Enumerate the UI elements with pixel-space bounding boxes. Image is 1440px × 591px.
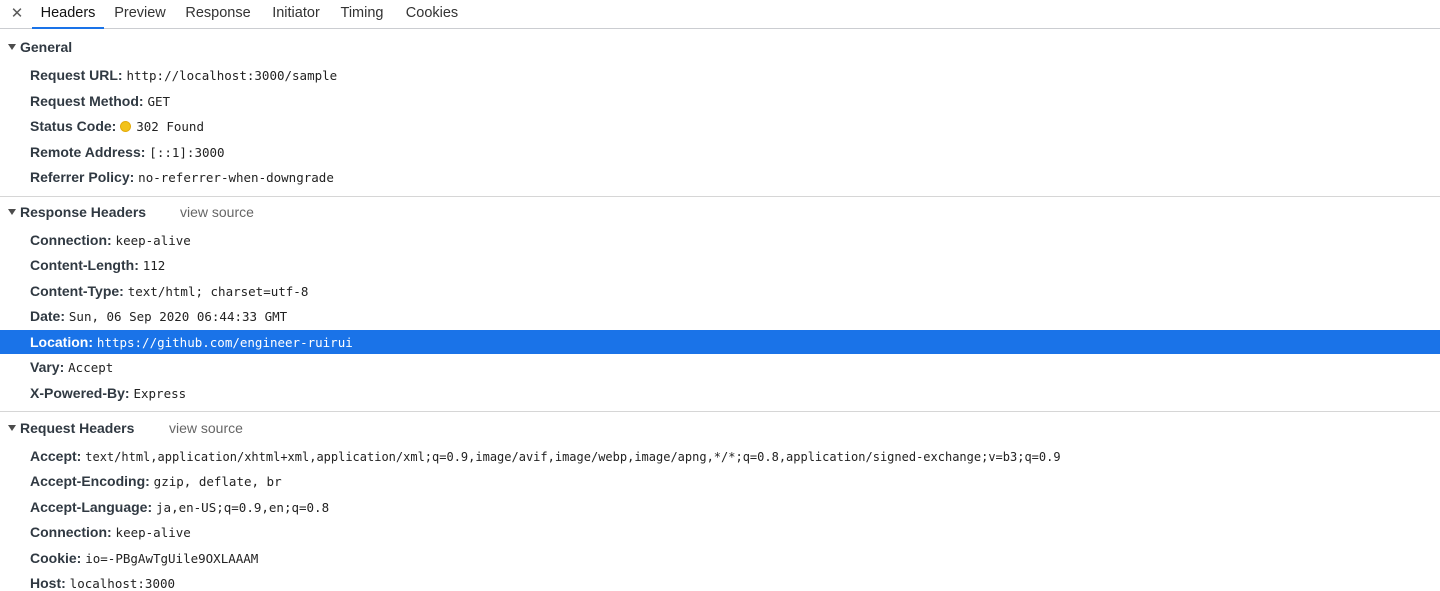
header-value: http://localhost:3000/sample	[126, 68, 338, 83]
header-value: 302 Found	[136, 119, 204, 134]
header-key: Request Method:	[30, 93, 144, 109]
header-row[interactable]: Status Code: 302 Found	[0, 114, 1440, 138]
header-key: Content-Type:	[30, 283, 124, 299]
close-icon[interactable]: ✕	[9, 4, 25, 24]
header-value: gzip, deflate, br	[153, 474, 282, 489]
tab-preview[interactable]: Preview	[108, 0, 172, 29]
status-dot-icon	[120, 121, 132, 132]
header-value: Express	[133, 386, 187, 401]
collapse-triangle-icon	[8, 209, 16, 215]
header-value: https://github.com/engineer-ruirui	[96, 335, 353, 350]
header-value: Sun, 06 Sep 2020 06:44:33 GMT	[68, 309, 288, 324]
tab-timing[interactable]: Timing	[335, 0, 389, 29]
collapse-triangle-icon	[8, 44, 16, 50]
section-response-headers-header[interactable]: Response Headers view source	[0, 200, 1440, 224]
header-row[interactable]: Request URL: http://localhost:3000/sampl…	[0, 63, 1440, 87]
tab-cookies[interactable]: Cookies	[399, 0, 465, 29]
header-key: Cookie:	[30, 550, 82, 566]
header-row[interactable]: Connection: keep-alive	[0, 228, 1440, 252]
section-general-header[interactable]: General	[0, 35, 1440, 59]
section-title: General	[20, 39, 73, 55]
section-title: Request Headers	[20, 420, 135, 436]
header-key: Accept-Language:	[30, 499, 153, 515]
view-source-link[interactable]: view source	[180, 200, 254, 224]
header-value: 112	[142, 258, 166, 273]
header-row[interactable]: Date: Sun, 06 Sep 2020 06:44:33 GMT	[0, 304, 1440, 328]
tab-headers[interactable]: Headers	[32, 0, 104, 29]
header-key: Host:	[30, 575, 66, 591]
header-row[interactable]: Connection: keep-alive	[0, 520, 1440, 544]
header-key: Remote Address:	[30, 144, 146, 160]
header-row[interactable]: Cookie: io=-PBgAwTgUile9OXLAAAM	[0, 546, 1440, 570]
header-value: ja,en-US;q=0.9,en;q=0.8	[156, 500, 330, 515]
section-divider	[0, 196, 1440, 197]
devtools-tab-bar: ✕ Headers Preview Response Initiator Tim…	[0, 0, 1440, 29]
header-row[interactable]: Accept-Language: ja,en-US;q=0.9,en;q=0.8	[0, 495, 1440, 519]
view-source-link[interactable]: view source	[169, 416, 243, 440]
section-divider	[0, 411, 1440, 412]
header-key: Connection:	[30, 524, 112, 540]
header-key: Accept:	[30, 448, 82, 464]
header-row[interactable]: Remote Address: [::1]:3000	[0, 140, 1440, 164]
header-value: keep-alive	[115, 525, 191, 540]
header-value: [::1]:3000	[149, 145, 225, 160]
tab-response[interactable]: Response	[180, 0, 256, 29]
header-row[interactable]: Vary: Accept	[0, 355, 1440, 379]
header-key: Connection:	[30, 232, 112, 248]
header-key: Request URL:	[30, 67, 123, 83]
header-row[interactable]: Accept-Encoding: gzip, deflate, br	[0, 469, 1440, 493]
header-row[interactable]: Content-Length: 112	[0, 253, 1440, 277]
tab-initiator[interactable]: Initiator	[265, 0, 327, 29]
header-key: Location:	[30, 334, 93, 350]
header-row[interactable]: Request Method: GET	[0, 89, 1440, 113]
header-value: localhost:3000	[69, 576, 176, 591]
header-value: keep-alive	[115, 233, 191, 248]
header-key: Accept-Encoding:	[30, 473, 150, 489]
header-row-selected[interactable]: Location: https://github.com/engineer-ru…	[0, 330, 1440, 354]
header-value: Accept	[68, 360, 114, 375]
header-value: io=-PBgAwTgUile9OXLAAAM	[85, 551, 259, 566]
header-key: X-Powered-By:	[30, 385, 130, 401]
header-value: no-referrer-when-downgrade	[138, 170, 334, 185]
header-key: Status Code:	[30, 118, 117, 134]
collapse-triangle-icon	[8, 425, 16, 431]
section-title: Response Headers	[20, 204, 147, 220]
header-value: text/html; charset=utf-8	[127, 284, 309, 299]
header-key: Vary:	[30, 359, 65, 375]
header-key: Content-Length:	[30, 257, 139, 273]
header-row[interactable]: X-Powered-By: Express	[0, 381, 1440, 405]
header-row[interactable]: Host: localhost:3000	[0, 571, 1440, 591]
header-value: text/html,application/xhtml+xml,applicat…	[85, 450, 1061, 464]
header-key: Date:	[30, 308, 66, 324]
section-request-headers-header[interactable]: Request Headers view source	[0, 416, 1440, 440]
header-value: GET	[147, 94, 171, 109]
header-row[interactable]: Accept: text/html,application/xhtml+xml,…	[0, 444, 1440, 468]
header-row[interactable]: Content-Type: text/html; charset=utf-8	[0, 279, 1440, 303]
header-key: Referrer Policy:	[30, 169, 135, 185]
header-row[interactable]: Referrer Policy: no-referrer-when-downgr…	[0, 165, 1440, 189]
